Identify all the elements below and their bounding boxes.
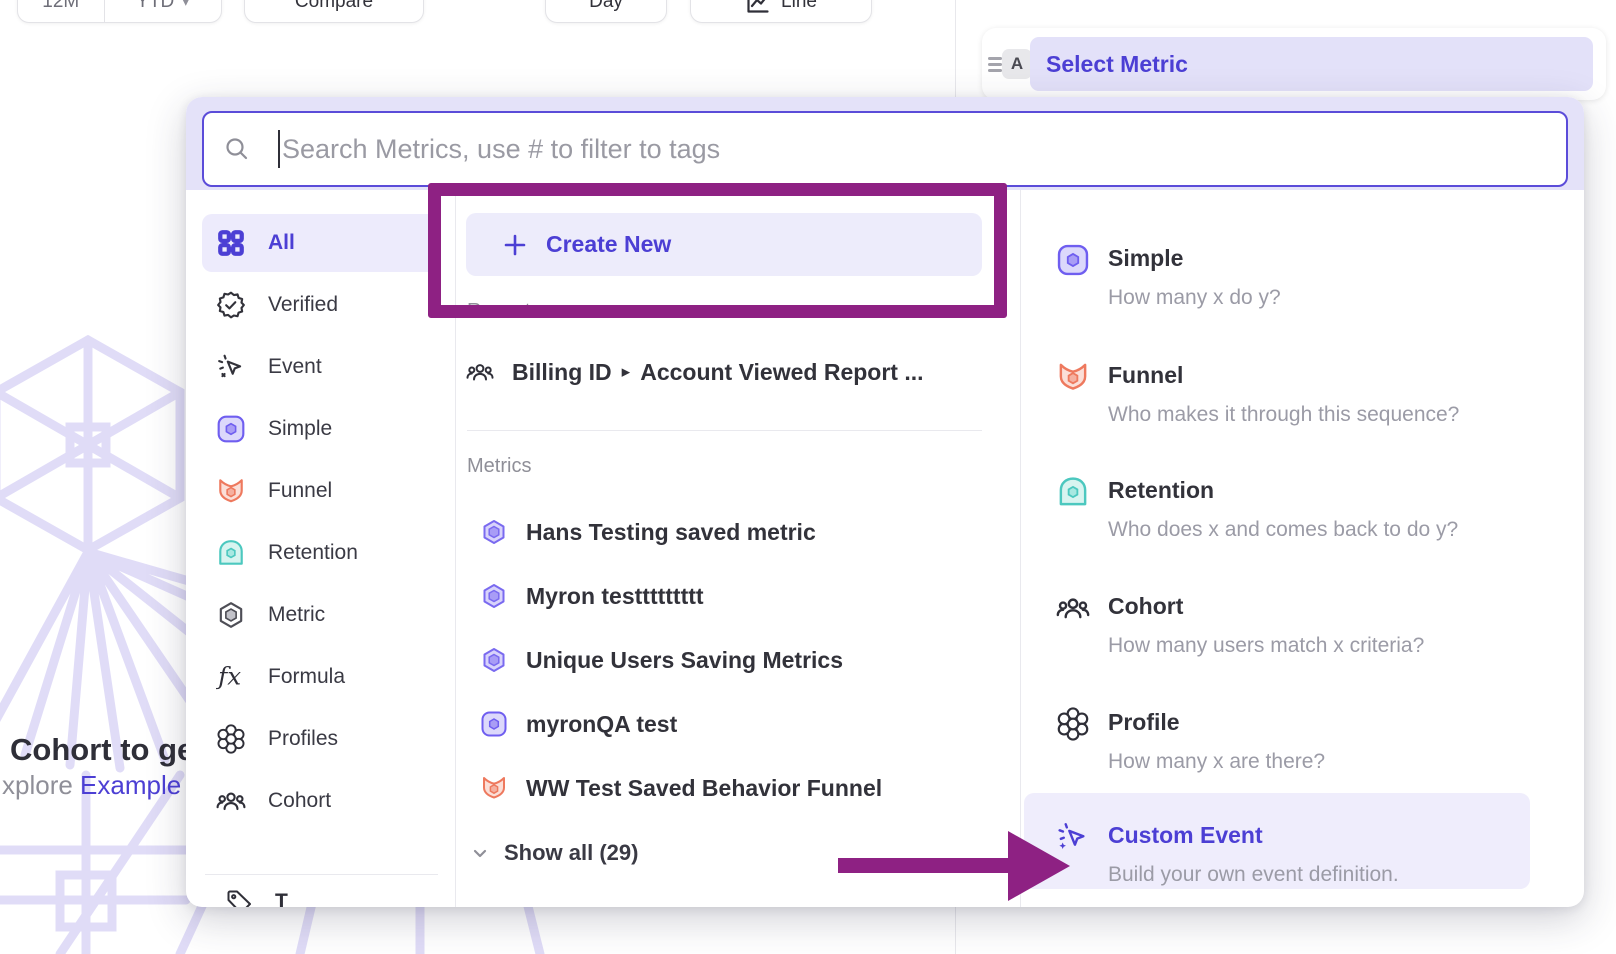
sidebar-item-event[interactable]: Event xyxy=(186,338,455,396)
metric-list-item[interactable]: myronQA test xyxy=(466,699,986,749)
saved-metric-hexagon-icon xyxy=(480,582,508,610)
type-item-custom-event[interactable]: Custom Event Build your own event defini… xyxy=(1020,820,1560,900)
profiles-cluster-icon xyxy=(216,724,246,754)
sidebar-section-divider xyxy=(205,874,438,875)
granularity-day-button[interactable]: Day xyxy=(545,0,667,23)
sidebar-item-simple[interactable]: Simple xyxy=(186,400,455,458)
sidebar-item-formula[interactable]: ƒx Formula xyxy=(186,648,455,706)
annotation-arrow-shaft xyxy=(838,858,1010,873)
explore-text: xplore xyxy=(2,770,80,800)
range-12m-button[interactable]: 12M xyxy=(18,0,104,22)
chevron-down-icon: ▾ xyxy=(182,0,189,10)
metric-list-item[interactable]: Unique Users Saving Metrics xyxy=(466,635,986,685)
recent-item-billing[interactable]: Billing ID ▸ Account Viewed Report ... xyxy=(452,347,972,397)
event-cursor-icon xyxy=(216,352,246,382)
profiles-cluster-icon xyxy=(1056,707,1090,741)
sidebar-item-metric[interactable]: Metric xyxy=(186,586,455,644)
saved-metric-hexagon-icon xyxy=(480,518,508,546)
retention-icon xyxy=(1056,475,1090,509)
sidebar-item-cohort[interactable]: Cohort xyxy=(186,772,455,830)
type-item-simple[interactable]: Simple How many x do y? xyxy=(1020,243,1560,323)
metric-letter-badge[interactable]: A xyxy=(1002,49,1032,79)
search-icon xyxy=(224,136,250,162)
funnel-icon xyxy=(216,476,246,506)
verified-badge-icon xyxy=(216,290,246,320)
simple-metric-icon xyxy=(1056,243,1090,277)
chart-type-line-button[interactable]: Line xyxy=(690,0,872,23)
annotation-arrow-head xyxy=(1008,831,1070,901)
sidebar-item-profiles[interactable]: Profiles xyxy=(186,710,455,768)
compare-button[interactable]: Compare xyxy=(244,0,424,23)
funnel-icon xyxy=(480,774,508,802)
cohort-people-icon xyxy=(216,786,246,816)
chevron-down-icon xyxy=(470,843,490,863)
example-link[interactable]: Example xyxy=(80,770,181,800)
metrics-label: Metrics xyxy=(467,455,531,478)
type-item-cohort[interactable]: Cohort How many users match x criteria? xyxy=(1020,591,1560,671)
search-input[interactable] xyxy=(202,111,1568,187)
show-all-toggle[interactable]: Show all (29) xyxy=(470,832,638,874)
metric-list-item[interactable]: WW Test Saved Behavior Funnel xyxy=(466,763,986,813)
sidebar-item-verified[interactable]: Verified xyxy=(186,276,455,334)
sidebar-item-all[interactable]: All xyxy=(202,214,439,272)
svg-text:ƒx: ƒx xyxy=(216,662,241,691)
date-range-group: 12M YTD ▾ xyxy=(17,0,222,23)
text-cursor xyxy=(278,130,280,168)
simple-metric-icon xyxy=(480,710,508,738)
metric-slot-card: A Select Metric xyxy=(982,28,1606,100)
metric-list-item[interactable]: Hans Testing saved metric xyxy=(466,507,986,557)
caret-right-icon: ▸ xyxy=(622,362,631,382)
metric-hexagon-icon xyxy=(216,600,246,630)
type-item-funnel[interactable]: Funnel Who makes it through this sequenc… xyxy=(1020,360,1560,440)
sidebar-item-funnel[interactable]: Funnel xyxy=(186,462,455,520)
cohort-people-icon xyxy=(1056,591,1090,625)
tag-icon xyxy=(225,888,253,907)
cohort-people-icon xyxy=(466,358,494,386)
saved-metric-hexagon-icon xyxy=(480,646,508,674)
recents-metrics-divider xyxy=(467,430,982,431)
range-ytd-button[interactable]: YTD ▾ xyxy=(105,0,221,22)
simple-metric-icon xyxy=(216,414,246,444)
retention-icon xyxy=(216,538,246,568)
background-explore-line: xplore Example R xyxy=(2,770,207,801)
formula-fx-icon: ƒx xyxy=(216,662,246,692)
app-root: Cohort to ge xplore Example R 12M YTD ▾ … xyxy=(0,0,1616,954)
drag-handle-icon[interactable] xyxy=(988,57,1002,72)
annotation-box-create-new xyxy=(428,183,1007,318)
grid-icon xyxy=(216,228,246,258)
line-chart-icon xyxy=(745,0,771,15)
type-item-retention[interactable]: Retention Who does x and comes back to d… xyxy=(1020,475,1560,555)
select-metric-pill[interactable]: Select Metric xyxy=(1030,37,1593,91)
sidebar-item-retention[interactable]: Retention xyxy=(186,524,455,582)
funnel-icon xyxy=(1056,360,1090,394)
background-headline: Cohort to ge xyxy=(10,732,194,768)
sidebar-item-tags-partial[interactable]: T xyxy=(225,888,288,907)
type-item-profile[interactable]: Profile How many x are there? xyxy=(1020,707,1560,787)
metric-list-item[interactable]: Myron testtttttttt xyxy=(466,571,986,621)
